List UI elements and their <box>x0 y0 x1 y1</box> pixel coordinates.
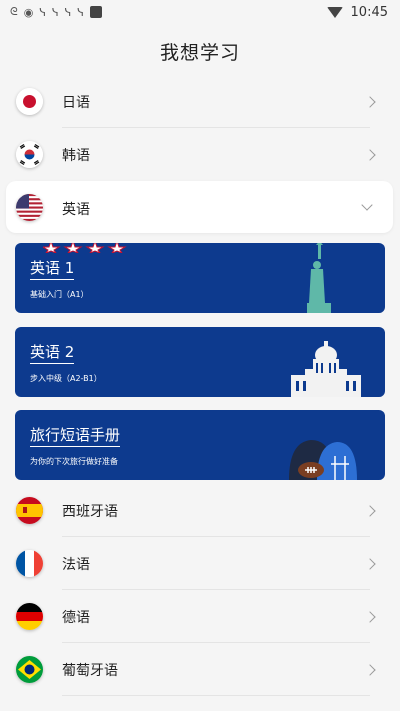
page-title: 我想学习 <box>159 42 240 64</box>
course-card-travel-phrasebook[interactable]: 旅行短语手册 为你的下次旅行做好准备 <box>15 410 385 480</box>
status-bar: ᘓ ◉ ᓭ ᓭ ᓭ ᓭ 10:45 <box>0 0 400 24</box>
statue-of-liberty-icon <box>307 243 331 313</box>
language-label: 西班牙语 <box>62 503 118 520</box>
course-title: 英语 2 <box>30 341 75 364</box>
chevron-right-icon <box>364 504 376 517</box>
spain-flag-icon <box>16 497 43 524</box>
capitol-building-icon <box>291 341 361 397</box>
language-label: 英语 <box>62 202 90 218</box>
language-label: 德语 <box>62 609 90 626</box>
stars-decoration-icon <box>43 243 127 253</box>
status-time: 10:45 <box>350 4 388 20</box>
language-item-portuguese[interactable]: 葡萄牙语 <box>0 643 400 696</box>
chevron-right-icon <box>364 663 376 676</box>
course-card-english-2[interactable]: 英语 2 步入中级（A2-B1） <box>15 327 385 397</box>
language-item-spanish[interactable]: 西班牙语 <box>0 484 400 537</box>
language-item-japanese[interactable]: 日语 <box>0 75 400 128</box>
course-subtitle: 步入中级（A2-B1） <box>30 374 102 383</box>
language-label: 韩语 <box>62 147 90 164</box>
germany-flag-icon <box>16 603 43 630</box>
notification-icon: ᘓ <box>10 5 18 18</box>
wifi-icon <box>326 6 343 18</box>
course-subtitle: 基础入门（A1） <box>30 290 89 299</box>
shield-icon: ◉ <box>23 5 34 19</box>
language-item-french[interactable]: 法语 <box>0 537 400 590</box>
football-helmet-icon <box>289 440 357 480</box>
language-label: 法语 <box>62 556 90 573</box>
brazil-flag-icon <box>16 656 43 683</box>
chevron-down-icon <box>361 199 373 211</box>
language-item-korean[interactable]: 韩语 <box>0 128 400 181</box>
course-title: 旅行短语手册 <box>30 424 121 447</box>
app-icon: ᓭ <box>64 5 72 19</box>
chevron-right-icon <box>364 95 376 108</box>
language-label: 日语 <box>62 94 90 111</box>
language-item-english-expanded[interactable]: 英语 <box>6 181 393 233</box>
app-icon: ᓭ <box>77 5 84 19</box>
course-card-english-1[interactable]: 英语 1 基础入门（A1） <box>15 243 385 313</box>
chevron-right-icon <box>364 610 376 623</box>
square-icon <box>89 6 102 18</box>
course-title: 英语 1 <box>30 257 75 280</box>
app-icon: ᓭ <box>39 5 46 19</box>
status-icons: ᘓ ◉ ᓭ ᓭ ᓭ ᓭ <box>10 5 102 19</box>
japan-flag-icon <box>16 88 43 115</box>
france-flag-icon <box>16 550 43 577</box>
app-icon: ᓭ <box>52 5 59 19</box>
chevron-right-icon <box>364 148 376 161</box>
language-label: 葡萄牙语 <box>62 662 118 679</box>
language-item-german[interactable]: 德语 <box>0 590 400 643</box>
course-subtitle: 为你的下次旅行做好准备 <box>30 457 118 466</box>
korea-flag-icon <box>16 141 43 168</box>
usa-flag-icon <box>16 194 43 221</box>
chevron-right-icon <box>364 557 376 570</box>
